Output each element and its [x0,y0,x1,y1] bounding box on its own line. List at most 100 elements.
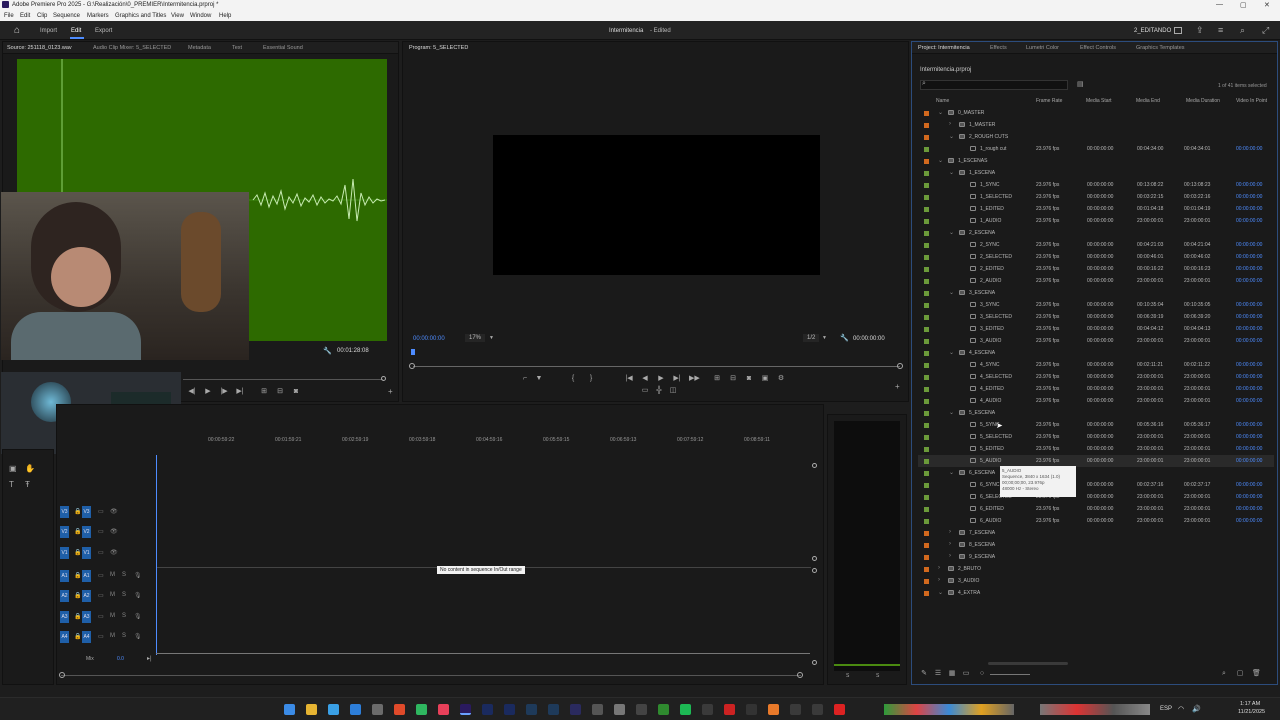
app-icon[interactable] [504,704,515,715]
compare-icon[interactable]: ▣ [761,375,769,383]
label-color-swatch[interactable] [924,387,929,392]
label-color-swatch[interactable] [924,195,929,200]
column-name[interactable]: Name [936,98,949,104]
label-color-swatch[interactable] [924,123,929,128]
vr-icon[interactable]: ◫ [669,387,677,395]
wifi-icon[interactable]: ◠ [1178,705,1184,713]
app-icon[interactable] [614,704,625,715]
app-icon[interactable] [636,704,647,715]
mix-value[interactable]: 0.0 [117,656,124,662]
sequence-row[interactable]: 1_EDITED 23.976 fps 00:00:00:00 00:01:04:18… [918,203,1274,215]
wrench-icon[interactable]: 🔧 [840,334,849,342]
sequence-row[interactable]: 2_AUDIO 23.976 fps 00:00:00:00 23:00:00:01 2… [918,275,1274,287]
bin-row[interactable]: › 8_ESCENA [918,539,1274,551]
chevron-down-icon[interactable]: ⌄ [949,469,954,476]
sequence-row[interactable]: 4_SELECTED 23.976 fps 00:00:00:00 23:00:00:… [918,371,1274,383]
chevron-down-icon[interactable]: ⌄ [938,589,943,596]
track-a3[interactable]: A3 🔒 A3 ▭ M S 🎙 [60,610,153,624]
label-color-swatch[interactable] [924,579,929,584]
project-search-input[interactable] [920,80,1068,90]
label-color-swatch[interactable] [924,351,929,356]
bin-row[interactable]: ⌄ 0_MASTER [918,107,1274,119]
chevron-right-icon[interactable]: › [938,565,940,571]
label-color-swatch[interactable] [924,207,929,212]
step-forward-icon[interactable]: |▶ [220,388,228,396]
bin-row[interactable]: ⌄ 4_EXTRA [918,587,1274,599]
app-icon[interactable] [746,704,757,715]
step-back-icon[interactable]: |◀ [625,375,633,383]
chevron-down-icon[interactable]: ⌄ [949,409,954,416]
menu-sequence[interactable]: Sequence [53,13,80,19]
column-media-end[interactable]: Media End [1136,98,1160,104]
sequence-row[interactable]: 3_EDITED 23.976 fps 00:00:00:00 00:04:04:12… [918,323,1274,335]
chevron-right-icon[interactable]: › [949,553,951,559]
app-icon[interactable] [570,704,581,715]
workspace-name[interactable]: 2_EDITANDO [1134,28,1171,34]
bin-row[interactable]: ⌄ 1_ESCENAS [918,155,1274,167]
find-icon[interactable]: ⌕ [1220,670,1228,678]
bin-row[interactable]: › 1_MASTER [918,119,1274,131]
frame-icon[interactable] [1174,27,1182,34]
close-button[interactable]: ✕ [1264,1,1270,9]
sequence-row[interactable]: 5_AUDIO 23.976 fps 00:00:00:00 23:00:00:01 2… [918,455,1274,467]
expand-icon[interactable]: ⤢ [1262,25,1269,36]
sequence-row[interactable]: 6_AUDIO 23.976 fps 00:00:00:00 23:00:00:01 2… [918,515,1274,527]
chevron-down-icon[interactable]: ⌄ [949,169,954,176]
label-color-swatch[interactable] [924,219,929,224]
sequence-row[interactable]: 1_AUDIO 23.976 fps 00:00:00:00 23:00:00:01 2… [918,215,1274,227]
label-color-swatch[interactable] [924,375,929,380]
column-media-duration[interactable]: Media Duration [1186,98,1220,104]
meter-solo[interactable]: S [846,673,849,679]
menu-view[interactable]: View [171,13,184,19]
bin-row[interactable]: › 7_ESCENA [918,527,1274,539]
brave-icon[interactable] [394,704,405,715]
blender-icon[interactable] [768,704,779,715]
insert-icon[interactable]: ⊞ [260,388,268,396]
chevron-right-icon[interactable]: › [938,577,940,583]
app-icon[interactable] [702,704,713,715]
bin-row[interactable]: ⌄ 1_ESCENA [918,167,1274,179]
timeline-playhead[interactable] [156,455,157,655]
tab-graphics-templates[interactable]: Graphics Templates [1136,45,1185,51]
label-color-swatch[interactable] [924,447,929,452]
chevron-right-icon[interactable]: › [949,529,951,535]
timeline-zoom-bar[interactable] [61,675,801,676]
freeform-view-icon[interactable]: ▭ [962,670,970,678]
label-color-swatch[interactable] [924,591,929,596]
whatsapp-icon[interactable] [416,704,427,715]
frame-back-icon[interactable]: ◀ [641,375,649,383]
play-icon[interactable]: ▶ [204,388,212,396]
label-color-swatch[interactable] [924,363,929,368]
trash-icon[interactable]: 🗑 [1252,670,1261,678]
step-back-icon[interactable]: ◀| [188,388,196,396]
bin-row[interactable]: ⌄ 3_ESCENA [918,287,1274,299]
pencil-icon[interactable]: ✎ [920,670,928,678]
column-frame-rate[interactable]: Frame Rate [1036,98,1062,104]
forward-icon[interactable]: ▶| [236,388,244,396]
menu-clip[interactable]: Clip [37,13,47,19]
icon-view-icon[interactable]: ▦ [948,670,956,678]
volume-icon[interactable]: 🔊 [1192,705,1201,713]
label-color-swatch[interactable] [924,243,929,248]
tab-text[interactable]: Text [232,45,242,51]
label-color-swatch[interactable] [924,519,929,524]
hand-tool-icon[interactable]: ✋ [25,464,35,473]
lift-icon[interactable]: ⊞ [713,375,721,383]
chevron-down-icon[interactable]: ⌄ [949,349,954,356]
bin-row[interactable]: ⌄ 2_ESCENA [918,227,1274,239]
frame-forward-icon[interactable]: ▶| [673,375,681,383]
acrobat-icon[interactable] [834,704,845,715]
go-to-in-icon[interactable]: { [569,375,577,383]
bin-row[interactable]: › 9_ESCENA [918,551,1274,563]
sequence-row[interactable]: 5_SYNC 23.976 fps 00:00:00:00 00:05:36:16 00… [918,419,1274,431]
go-to-end-icon[interactable]: ▶▶ [689,375,700,383]
mark-in-icon[interactable]: ⌐ [521,375,529,383]
extract-icon[interactable]: ⊟ [729,375,737,383]
tab-lumetri[interactable]: Lumetri Color [1026,45,1059,51]
chevron-down-icon[interactable]: ⌄ [949,133,954,140]
export-tab[interactable]: Export [95,28,112,34]
horizontal-scrollbar[interactable] [988,662,1068,665]
system-tray-icons[interactable] [1040,704,1150,715]
bin-row[interactable]: ⌄ 2_ROUGH CUTS [918,131,1274,143]
chevron-down-icon[interactable]: ⌄ [938,109,943,116]
